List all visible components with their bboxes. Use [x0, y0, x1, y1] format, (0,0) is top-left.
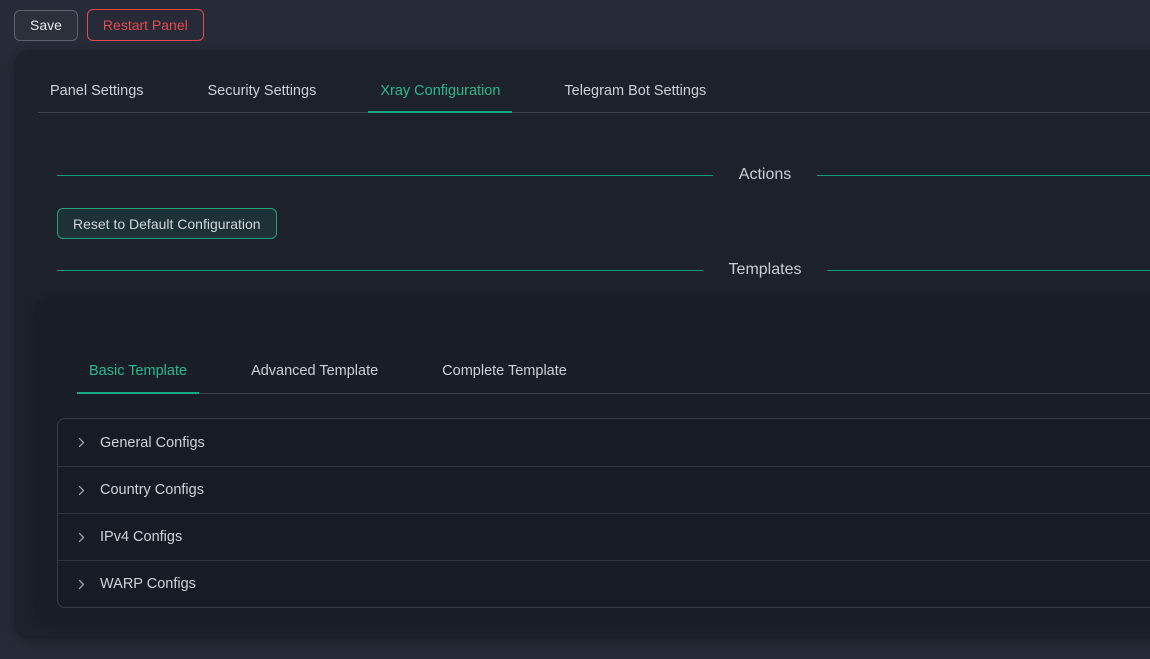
accordion-ipv4-configs[interactable]: IPv4 Configs	[58, 513, 1150, 560]
accordion-label: IPv4 Configs	[100, 529, 182, 545]
accordion-country-configs[interactable]: Country Configs	[58, 466, 1150, 513]
settings-card: Panel Settings Security Settings Xray Co…	[14, 50, 1150, 639]
templates-card: Basic Template Advanced Template Complet…	[35, 297, 1150, 622]
accordion-warp-configs[interactable]: WARP Configs	[58, 560, 1150, 607]
accordion-general-configs[interactable]: General Configs	[58, 419, 1150, 466]
chevron-right-icon	[75, 531, 88, 544]
templates-divider-label: Templates	[729, 261, 802, 279]
tab-advanced-template[interactable]: Advanced Template	[239, 354, 390, 393]
accordion-label: WARP Configs	[100, 576, 196, 592]
settings-tabbar: Panel Settings Security Settings Xray Co…	[38, 74, 1150, 113]
tab-telegram-bot-settings[interactable]: Telegram Bot Settings	[552, 74, 718, 112]
actions-divider-label: Actions	[739, 166, 791, 184]
accordion-label: General Configs	[100, 435, 205, 451]
restart-panel-button[interactable]: Restart Panel	[87, 9, 204, 41]
template-tabbar: Basic Template Advanced Template Complet…	[77, 354, 1150, 394]
chevron-right-icon	[75, 484, 88, 497]
templates-divider: Templates	[57, 258, 1150, 282]
tab-basic-template[interactable]: Basic Template	[77, 354, 199, 393]
tab-xray-configuration[interactable]: Xray Configuration	[368, 74, 512, 112]
chevron-right-icon	[75, 436, 88, 449]
tab-panel-settings[interactable]: Panel Settings	[38, 74, 156, 112]
divider-line-left	[57, 270, 703, 271]
accordion-label: Country Configs	[100, 482, 204, 498]
topbar: Save Restart Panel	[0, 0, 1150, 50]
tab-security-settings[interactable]: Security Settings	[196, 74, 329, 112]
reset-default-configuration-button[interactable]: Reset to Default Configuration	[57, 208, 277, 239]
save-button[interactable]: Save	[14, 10, 78, 41]
chevron-right-icon	[75, 578, 88, 591]
tab-complete-template[interactable]: Complete Template	[430, 354, 579, 393]
divider-line-left	[57, 175, 713, 176]
config-accordion: General Configs Country Configs IPv4 Con…	[57, 418, 1150, 608]
divider-line-right	[817, 175, 1150, 176]
actions-divider: Actions	[57, 163, 1150, 187]
divider-line-right	[827, 270, 1150, 271]
